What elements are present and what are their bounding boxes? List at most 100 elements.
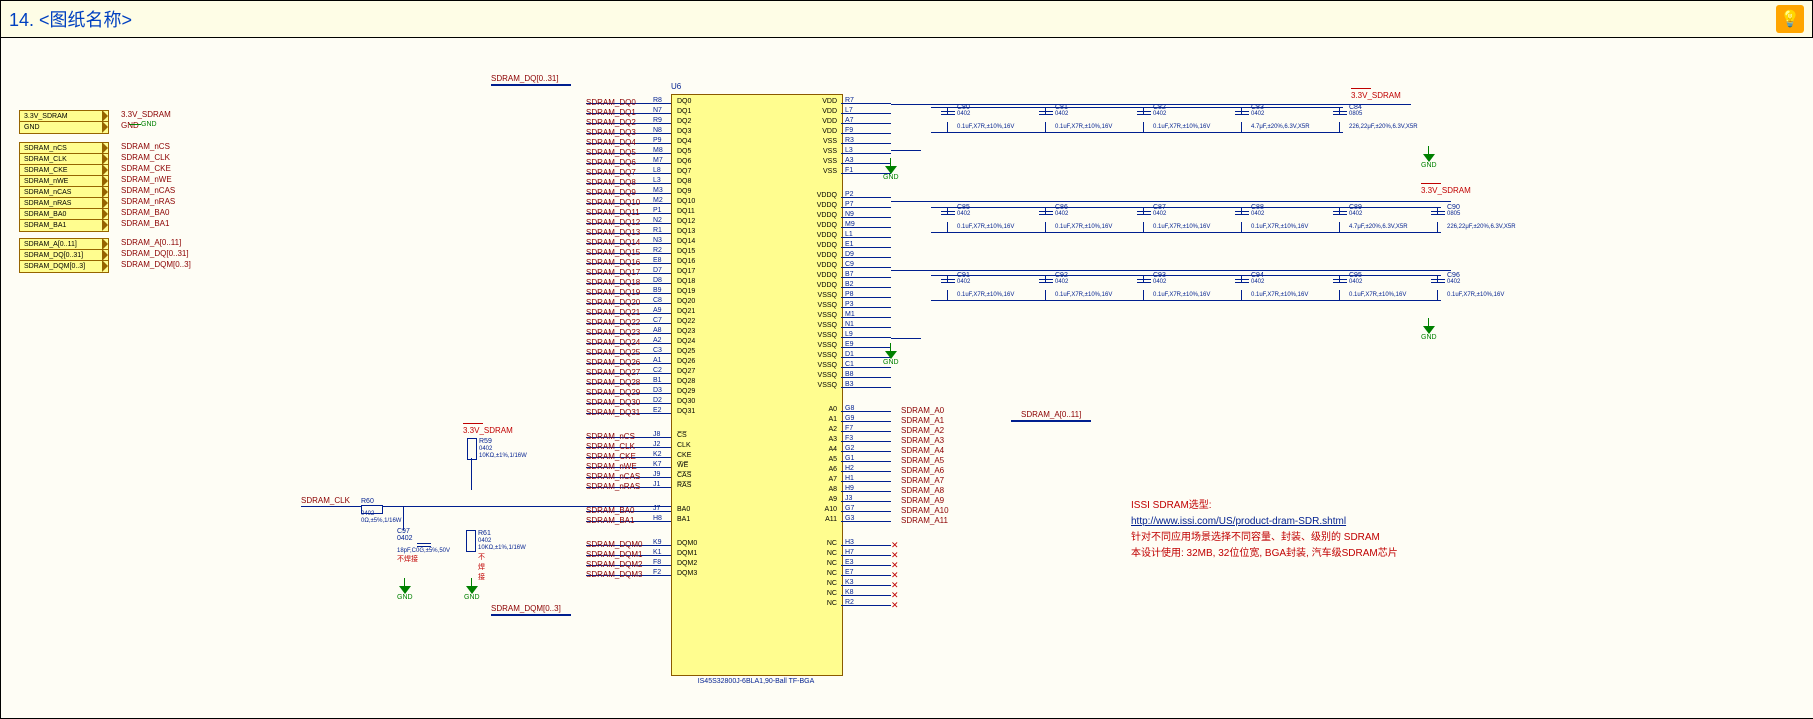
- pinname-A0-28: A0: [805, 406, 837, 413]
- pinname-DQ8: DQ8: [677, 178, 691, 185]
- net-SDRAM_DQ2: SDRAM_DQ2: [586, 118, 636, 127]
- pinname-CLK: CLK: [677, 442, 691, 449]
- pinname-R̅A̅S̅: R̅A̅S̅: [677, 482, 691, 489]
- net-SDRAM_CLK: SDRAM_CLK: [121, 153, 170, 162]
- net-SDRAM_DQ0: SDRAM_DQ0: [586, 98, 636, 107]
- pinname-VDD-2: VDD: [805, 118, 837, 125]
- pin-K7: K7: [653, 461, 662, 468]
- net-SDRAM_DQ12: SDRAM_DQ12: [586, 218, 640, 227]
- r59: R59 0402 10KΩ,±1%,1/16W: [467, 438, 477, 460]
- net-SDRAM_A8: SDRAM_A8: [901, 486, 944, 495]
- pin-M7: M7: [653, 157, 663, 164]
- pinname-VSSQ-20: VSSQ: [805, 312, 837, 319]
- net-SDRAM_nCAS: SDRAM_nCAS: [586, 472, 640, 481]
- net-SDRAM_DQ17: SDRAM_DQ17: [586, 268, 640, 277]
- pinname-VSSQ-27: VSSQ: [805, 382, 837, 389]
- clk-label: SDRAM_CLK: [301, 496, 350, 505]
- net-SDRAM_A4: SDRAM_A4: [901, 446, 944, 455]
- pinname-VDD-1: VDD: [805, 108, 837, 115]
- net-SDRAM_A3: SDRAM_A3: [901, 436, 944, 445]
- pinname-DQM0: DQM0: [677, 540, 697, 547]
- net-SDRAM_DQ23: SDRAM_DQ23: [586, 328, 640, 337]
- net-SDRAM_DQ26: SDRAM_DQ26: [586, 358, 640, 367]
- pinname-A11-39: A11: [805, 516, 837, 523]
- pinname-DQ29: DQ29: [677, 388, 695, 395]
- pin-L8: L8: [653, 167, 661, 174]
- pinname-DQ22: DQ22: [677, 318, 695, 325]
- pinname-BA0: BA0: [677, 506, 690, 513]
- page-title: 14. <图纸名称>: [9, 6, 132, 32]
- pin-N8: N8: [653, 127, 662, 134]
- pinname-A3-31: A3: [805, 436, 837, 443]
- pin-E8: E8: [653, 257, 662, 264]
- net-SDRAM_DQM2: SDRAM_DQM2: [586, 560, 642, 569]
- issi-link[interactable]: http://www.issi.com/US/product-dram-SDR.…: [1131, 516, 1346, 527]
- pinname-CKE: CKE: [677, 452, 691, 459]
- net-SDRAM_nCS: SDRAM_nCS: [586, 432, 635, 441]
- page-header: 14. <图纸名称> 💡: [0, 0, 1813, 38]
- cap-C93: C9304020.1uF,X7R,±10%,16V: [1137, 278, 1151, 284]
- pin-P1: P1: [653, 207, 662, 214]
- pin-B1: B1: [653, 377, 662, 384]
- pinname-VSSQ-24: VSSQ: [805, 352, 837, 359]
- net-SDRAM_DQ15: SDRAM_DQ15: [586, 248, 640, 257]
- pinname-A5-33: A5: [805, 456, 837, 463]
- pin-N7: N7: [653, 107, 662, 114]
- port-GND: GND: [19, 121, 109, 134]
- net-3.3V_SDRAM: 3.3V_SDRAM: [121, 110, 171, 119]
- net-SDRAM_DQ4: SDRAM_DQ4: [586, 138, 636, 147]
- net-SDRAM_DQ11: SDRAM_DQ11: [586, 208, 640, 217]
- pinname-W̅E̅: W̅E̅: [677, 462, 688, 469]
- pwr-row1: 3.3V_SDRAM: [1351, 88, 1401, 100]
- pinname-VSSQ-19: VSSQ: [805, 302, 837, 309]
- pinname-DQ14: DQ14: [677, 238, 695, 245]
- pinname-BA1: BA1: [677, 516, 690, 523]
- pinname-DQ16: DQ16: [677, 258, 695, 265]
- pinname-A7-35: A7: [805, 476, 837, 483]
- dqm-bus: [491, 614, 571, 616]
- pinname-DQ15: DQ15: [677, 248, 695, 255]
- pinname-VSS-6: VSS: [805, 158, 837, 165]
- pin-R8: R8: [653, 97, 662, 104]
- port-SDRAM_DQM[0..3]: SDRAM_DQM[0..3]: [19, 260, 109, 273]
- pinname-A6-34: A6: [805, 466, 837, 473]
- pinname-VSSQ-26: VSSQ: [805, 372, 837, 379]
- pinname-C̅S̅: C̅S̅: [677, 432, 687, 439]
- pinname-DQ6: DQ6: [677, 158, 691, 165]
- pinname-VDDQ-13: VDDQ: [805, 242, 837, 249]
- pin-J2: J2: [653, 441, 660, 448]
- pinname-C̅A̅S̅: C̅A̅S̅: [677, 472, 691, 479]
- net-SDRAM_DQ8: SDRAM_DQ8: [586, 178, 636, 187]
- pinname-DQ26: DQ26: [677, 358, 695, 365]
- pin-E2: E2: [653, 407, 662, 414]
- cap-C89: C8904024.7μF,±20%,6.3V,X5R: [1333, 210, 1347, 216]
- pinname-A10-38: A10: [805, 506, 837, 513]
- pinname-DQ23: DQ23: [677, 328, 695, 335]
- net-SDRAM_CLK: SDRAM_CLK: [586, 442, 635, 451]
- net-SDRAM_DQM[0..3]: SDRAM_DQM[0..3]: [121, 260, 191, 269]
- net-SDRAM_BA0: SDRAM_BA0: [586, 506, 634, 515]
- pinname-VDDQ-10: VDDQ: [805, 212, 837, 219]
- cap-C80: C8004020.1uF,X7R,±10%,16V: [941, 110, 955, 116]
- cap-C86: C8604020.1uF,X7R,±10%,16V: [1039, 210, 1053, 216]
- pinname-NC-40: NC: [805, 540, 837, 547]
- pinname-DQ24: DQ24: [677, 338, 695, 345]
- pin-K2: K2: [653, 451, 662, 458]
- pinname-DQ0: DQ0: [677, 98, 691, 105]
- net-SDRAM_DQ1: SDRAM_DQ1: [586, 108, 636, 117]
- net-SDRAM_DQ24: SDRAM_DQ24: [586, 338, 640, 347]
- bulb-icon[interactable]: 💡: [1776, 5, 1804, 33]
- cap-C94: C9404020.1uF,X7R,±10%,16V: [1235, 278, 1249, 284]
- info-text: ISSI SDRAM选型: http://www.issi.com/US/pro…: [1131, 498, 1398, 562]
- net-SDRAM_CKE: SDRAM_CKE: [121, 164, 171, 173]
- net-SDRAM_A1: SDRAM_A1: [901, 416, 944, 425]
- pinname-NC-45: NC: [805, 590, 837, 597]
- pin-A1: A1: [653, 357, 662, 364]
- pin-D3: D3: [653, 387, 662, 394]
- pinname-DQM2: DQM2: [677, 560, 697, 567]
- gnd-left: GND: [129, 121, 157, 128]
- port-SDRAM_BA1: SDRAM_BA1: [19, 219, 109, 232]
- pinname-DQ20: DQ20: [677, 298, 695, 305]
- pin-J9: J9: [653, 471, 660, 478]
- net-SDRAM_A6: SDRAM_A6: [901, 466, 944, 475]
